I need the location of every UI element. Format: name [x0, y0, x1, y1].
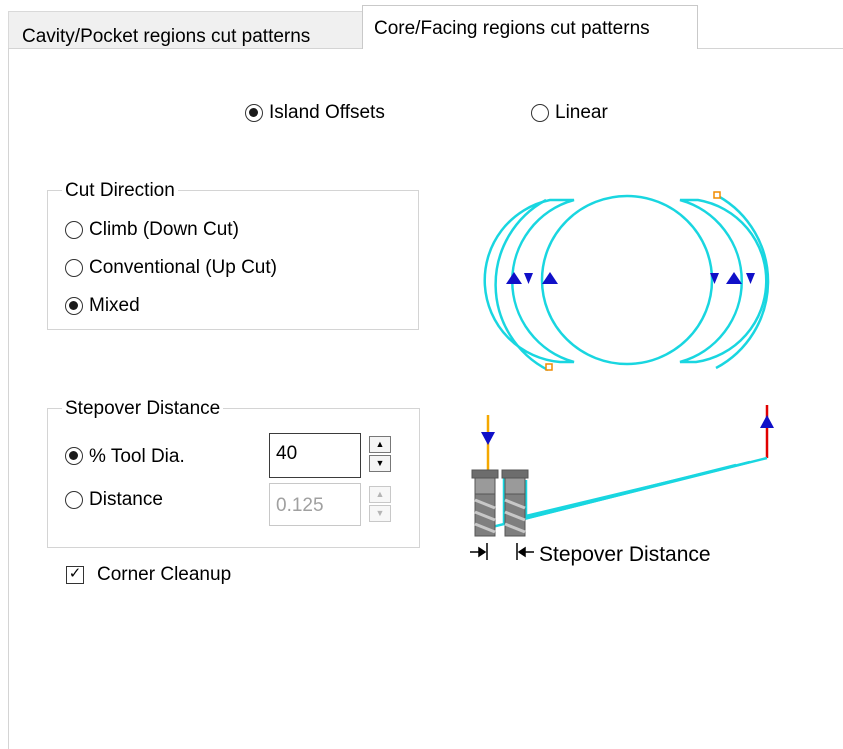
- climb-label[interactable]: Climb (Down Cut): [89, 220, 239, 239]
- island-offsets-label[interactable]: Island Offsets: [269, 103, 385, 122]
- start-marker-bottom: [545, 363, 553, 371]
- right-arc-inner-toolpath: [679, 198, 768, 364]
- arrow-left-1: [506, 272, 522, 284]
- tool-2: [501, 469, 529, 537]
- plunge-arrow: [481, 432, 495, 445]
- inner-circle-toolpath: [540, 194, 714, 366]
- corner-cleanup-label[interactable]: Corner Cleanup: [97, 565, 231, 584]
- arrow-right-2: [726, 272, 742, 284]
- tab-core-facing[interactable]: Core/Facing regions cut patterns: [362, 5, 698, 49]
- island-offsets-radio[interactable]: [245, 104, 263, 122]
- tool-dia-spin-down[interactable]: ▼: [369, 455, 391, 472]
- stepover-title: Stepover Distance: [62, 399, 224, 418]
- mixed-radio[interactable]: [65, 297, 83, 315]
- retract-arrow: [760, 415, 774, 428]
- distance-label[interactable]: Distance: [89, 490, 163, 509]
- tool-dia-input[interactable]: 40: [269, 433, 361, 478]
- distance-spin-down: ▼: [369, 505, 391, 522]
- distance-spin-up: ▲: [369, 486, 391, 503]
- tool-dia-spin-up[interactable]: ▲: [369, 436, 391, 453]
- distance-input: 0.125: [269, 483, 361, 526]
- arrow-left-3: [542, 272, 558, 284]
- stepover-diagram-label: Stepover Distance: [539, 543, 711, 566]
- linear-label[interactable]: Linear: [555, 103, 608, 122]
- linear-radio[interactable]: [531, 104, 549, 122]
- climb-radio[interactable]: [65, 221, 83, 239]
- tab-cavity-pocket[interactable]: Cavity/Pocket regions cut patterns: [8, 11, 363, 48]
- cut-direction-title: Cut Direction: [62, 181, 178, 200]
- conventional-radio[interactable]: [65, 259, 83, 277]
- tab-strip: Cavity/Pocket regions cut patterns Core/…: [0, 0, 843, 50]
- tool-dia-radio[interactable]: [65, 447, 83, 465]
- tool-dia-label[interactable]: % Tool Dia.: [89, 447, 185, 466]
- corner-cleanup-checkbox[interactable]: ✓: [66, 566, 84, 584]
- stepover-group: [47, 408, 420, 548]
- mixed-label[interactable]: Mixed: [89, 296, 140, 315]
- arrow-right-3: [746, 273, 755, 284]
- start-marker-top: [713, 191, 721, 199]
- conventional-label[interactable]: Conventional (Up Cut): [89, 258, 277, 277]
- stepover-pass-4: [524, 467, 723, 518]
- arrow-left-2: [524, 273, 533, 284]
- tool-1: [471, 469, 499, 537]
- distance-radio[interactable]: [65, 491, 83, 509]
- island-offsets-diagram: [483, 191, 770, 372]
